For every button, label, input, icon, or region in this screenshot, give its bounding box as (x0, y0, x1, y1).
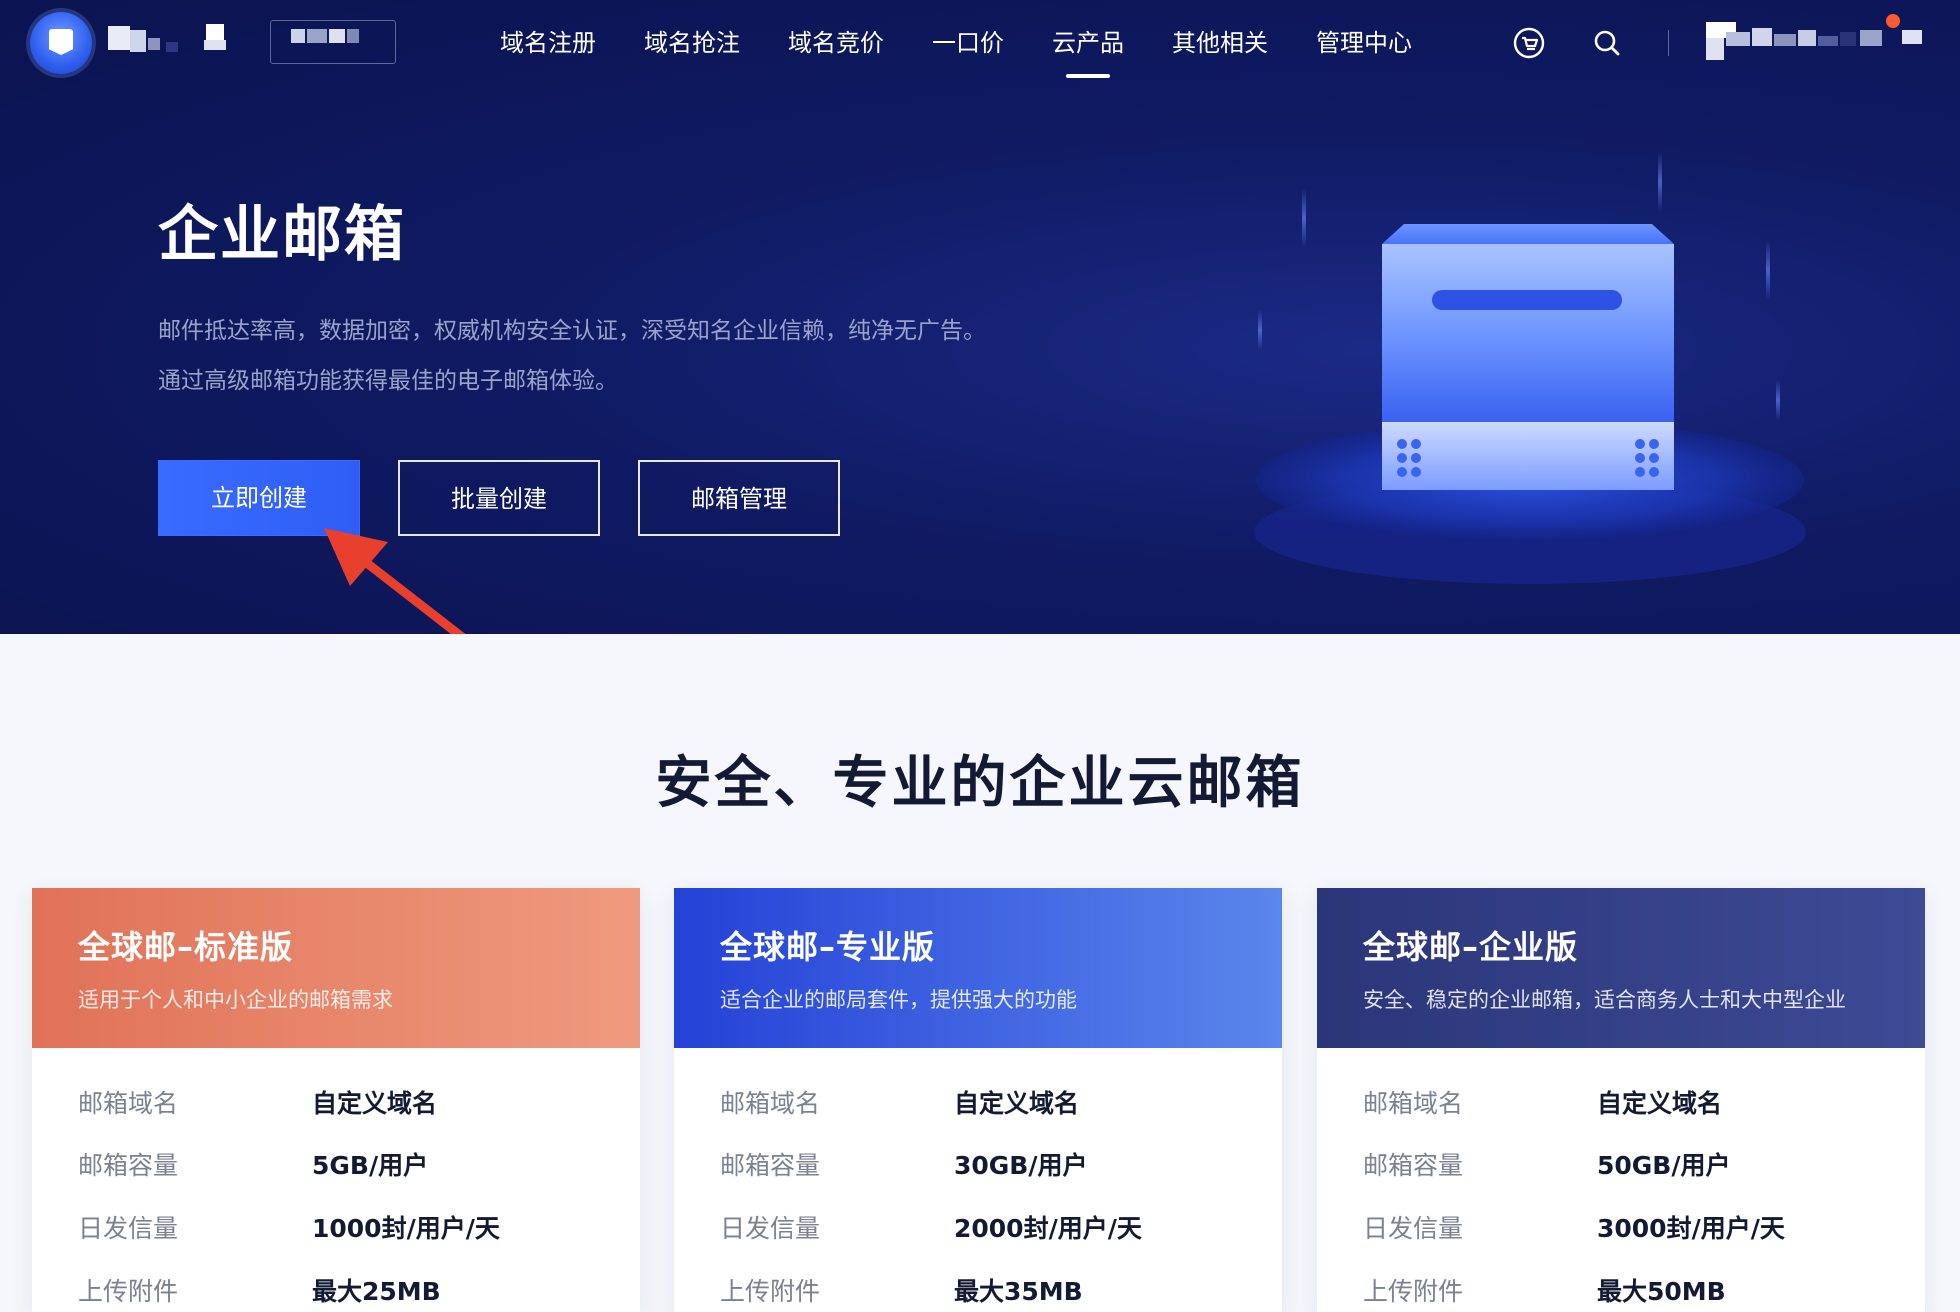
spec-label: 邮箱容量 (1363, 1151, 1464, 1180)
spec-row: 邮箱容量 30GB/用户 (720, 1146, 1240, 1186)
spec-label: 上传附件 (1363, 1277, 1464, 1306)
hero-description-line-1: 邮件抵达率高，数据加密，权威机构安全认证，深受知名企业信赖，纯净无广告。 (158, 318, 986, 344)
nav-item-domain-auction[interactable]: 域名竞价 (788, 0, 884, 86)
plan-name: 全球邮–标准版 (78, 928, 294, 966)
user-menu-redacted[interactable] (1706, 22, 1932, 62)
plan-card-header: 全球邮–企业版 安全、稳定的企业邮箱，适合商务人士和大中型企业 (1317, 888, 1925, 1048)
spec-row: 日发信量 1000封/用户/天 (78, 1209, 598, 1249)
plan-description: 安全、稳定的企业邮箱，适合商务人士和大中型企业 (1363, 988, 1846, 1012)
spec-row: 日发信量 2000封/用户/天 (720, 1209, 1240, 1249)
spec-value: 30GB/用户 (954, 1151, 1088, 1180)
nav-divider (1668, 30, 1669, 56)
spec-value: 最大50MB (1597, 1277, 1726, 1306)
spec-row: 上传附件 最大35MB (720, 1272, 1240, 1312)
spec-label: 邮箱容量 (720, 1151, 821, 1180)
spec-value: 5GB/用户 (312, 1151, 429, 1180)
spec-label: 邮箱容量 (78, 1151, 179, 1180)
plan-description: 适用于个人和中小企业的邮箱需求 (78, 988, 393, 1012)
spec-label: 邮箱域名 (1363, 1089, 1464, 1118)
spec-row: 邮箱容量 5GB/用户 (78, 1146, 598, 1186)
spec-row: 上传附件 最大25MB (78, 1272, 598, 1312)
spec-row: 邮箱域名 自定义域名 (720, 1084, 1240, 1124)
spec-value: 2000封/用户/天 (954, 1214, 1142, 1243)
nav-item-cloud-products[interactable]: 云产品 (1052, 0, 1124, 86)
page-title: 企业邮箱 (158, 200, 406, 270)
section-title: 安全、专业的企业云邮箱 (655, 751, 1305, 816)
plan-card-enterprise: 全球邮–企业版 安全、稳定的企业邮箱，适合商务人士和大中型企业 邮箱域名 自定义… (1317, 888, 1925, 1312)
cart-icon[interactable] (1512, 26, 1546, 60)
nav-item-domain-snap[interactable]: 域名抢注 (644, 0, 740, 86)
spec-row: 日发信量 3000封/用户/天 (1363, 1209, 1883, 1249)
spec-value: 自定义域名 (1597, 1089, 1723, 1118)
main-menu: 域名注册 域名抢注 域名竞价 一口价 云产品 其他相关 管理中心 (500, 0, 1460, 86)
annotation-arrow-icon (324, 528, 466, 634)
hero-description: 邮件抵达率高，数据加密，权威机构安全认证，深受知名企业信赖，纯净无广告。 通过高… (158, 306, 986, 406)
spec-label: 日发信量 (78, 1214, 179, 1243)
spec-label: 邮箱域名 (78, 1089, 179, 1118)
spec-row: 邮箱域名 自定义域名 (1363, 1084, 1883, 1124)
nav-item-management[interactable]: 管理中心 (1316, 0, 1412, 86)
mailbox-manage-button[interactable]: 邮箱管理 (638, 460, 840, 536)
plan-card-standard: 全球邮–标准版 适用于个人和中小企业的邮箱需求 邮箱域名 自定义域名 邮箱容量 … (32, 888, 640, 1312)
spec-label: 日发信量 (1363, 1214, 1464, 1243)
logo[interactable] (30, 12, 92, 74)
plan-description: 适合企业的邮局套件，提供强大的功能 (720, 988, 1077, 1012)
plan-card-header: 全球邮–标准版 适用于个人和中小企业的邮箱需求 (32, 888, 640, 1048)
search-icon[interactable] (1590, 26, 1624, 60)
spec-value: 1000封/用户/天 (312, 1214, 500, 1243)
nav-item-fixed-price[interactable]: 一口价 (932, 0, 1004, 86)
account-switcher[interactable] (270, 20, 396, 64)
spec-value: 最大25MB (312, 1277, 441, 1306)
spec-label: 上传附件 (720, 1277, 821, 1306)
spec-value: 自定义域名 (954, 1089, 1080, 1118)
brand-name-redacted (108, 24, 234, 60)
top-navigation: 域名注册 域名抢注 域名竞价 一口价 云产品 其他相关 管理中心 (0, 0, 1960, 86)
notification-dot (1886, 14, 1900, 28)
spec-label: 上传附件 (78, 1277, 179, 1306)
spec-label: 邮箱域名 (720, 1089, 821, 1118)
spec-row: 邮箱容量 50GB/用户 (1363, 1146, 1883, 1186)
spec-value: 3000封/用户/天 (1597, 1214, 1785, 1243)
nav-item-others[interactable]: 其他相关 (1172, 0, 1268, 86)
spec-value: 50GB/用户 (1597, 1151, 1731, 1180)
hero-description-line-2: 通过高级邮箱功能获得最佳的电子邮箱体验。 (158, 368, 618, 394)
hero-banner: 域名注册 域名抢注 域名竞价 一口价 云产品 其他相关 管理中心 企业邮箱 邮件… (0, 0, 1960, 634)
spec-row: 邮箱域名 自定义域名 (78, 1084, 598, 1124)
spec-row: 上传附件 最大50MB (1363, 1272, 1883, 1312)
plan-name: 全球邮–专业版 (720, 928, 936, 966)
plan-card-header: 全球邮–专业版 适合企业的邮局套件，提供强大的功能 (674, 888, 1282, 1048)
mail-server-illustration (1254, 152, 1806, 584)
plan-name: 全球邮–企业版 (1363, 928, 1579, 966)
spec-value: 最大35MB (954, 1277, 1083, 1306)
spec-value: 自定义域名 (312, 1089, 438, 1118)
spec-label: 日发信量 (720, 1214, 821, 1243)
nav-item-domain-register[interactable]: 域名注册 (500, 0, 596, 86)
plan-card-professional: 全球邮–专业版 适合企业的邮局套件，提供强大的功能 邮箱域名 自定义域名 邮箱容… (674, 888, 1282, 1312)
